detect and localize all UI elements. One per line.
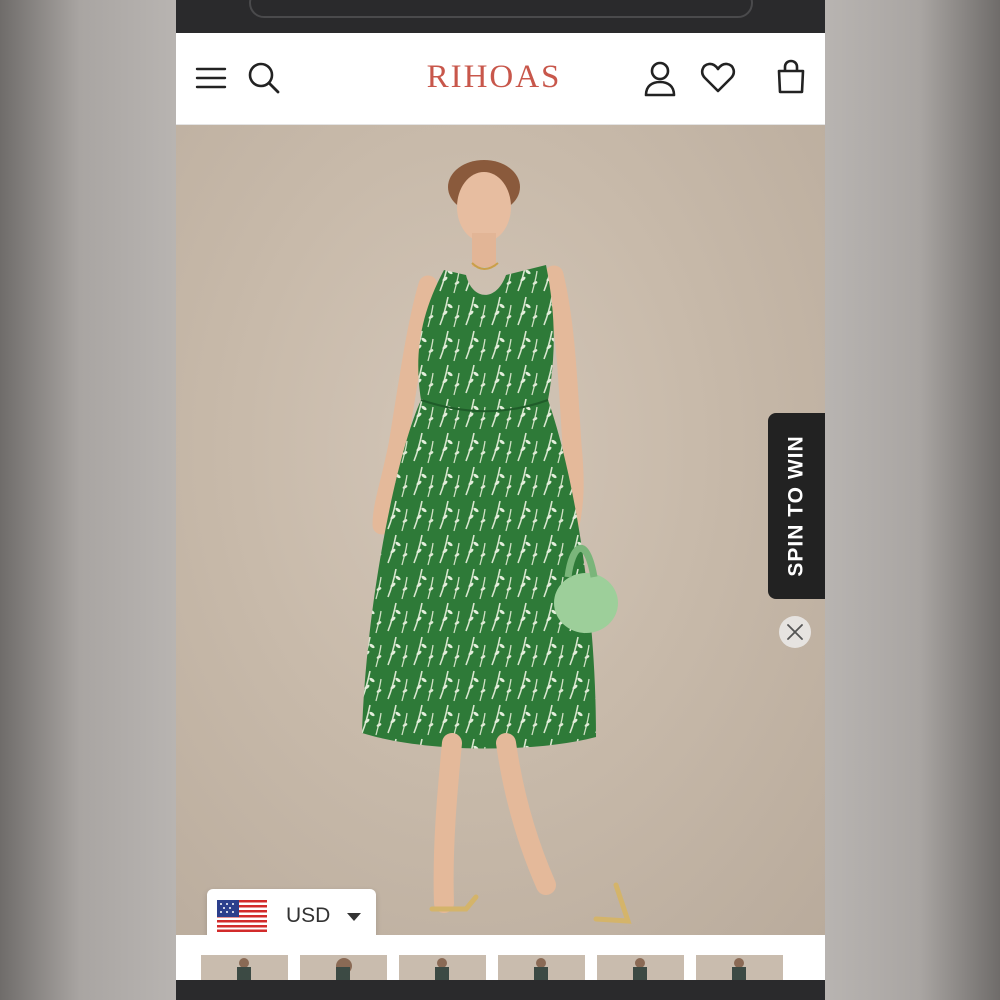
bottom-bar	[176, 980, 825, 1000]
gallery-thumbnail[interactable]	[696, 955, 783, 980]
currency-code: USD	[286, 904, 331, 927]
caret-down-icon	[347, 913, 361, 921]
gallery-thumbnail[interactable]	[399, 955, 486, 980]
wishlist-heart-icon[interactable]	[699, 61, 737, 95]
status-bar	[176, 0, 825, 33]
menu-icon[interactable]	[194, 63, 228, 93]
gallery-thumbnail[interactable]	[201, 955, 288, 980]
close-icon[interactable]	[779, 616, 811, 648]
us-flag-icon	[217, 900, 267, 932]
gallery-thumbnail[interactable]	[300, 955, 387, 980]
shopping-bag-icon[interactable]	[774, 58, 808, 96]
gallery-thumbnail[interactable]	[498, 955, 585, 980]
spin-to-win-label: SPIN TO WIN	[784, 435, 808, 577]
search-icon[interactable]	[246, 60, 282, 96]
model-in-green-dress-image	[362, 160, 632, 924]
site-header: RIHOAS	[176, 33, 825, 125]
gallery-thumbnail[interactable]	[597, 955, 684, 980]
phone-screen: RIHOAS SPIN TO WIN USD	[176, 0, 825, 1000]
spin-to-win-tab[interactable]: SPIN TO WIN	[768, 413, 825, 599]
product-hero-image[interactable]	[176, 125, 825, 935]
dynamic-island	[249, 0, 753, 18]
thumbnail-gallery	[176, 935, 825, 980]
brand-logo[interactable]: RIHOAS	[414, 59, 574, 96]
account-icon[interactable]	[642, 60, 678, 98]
